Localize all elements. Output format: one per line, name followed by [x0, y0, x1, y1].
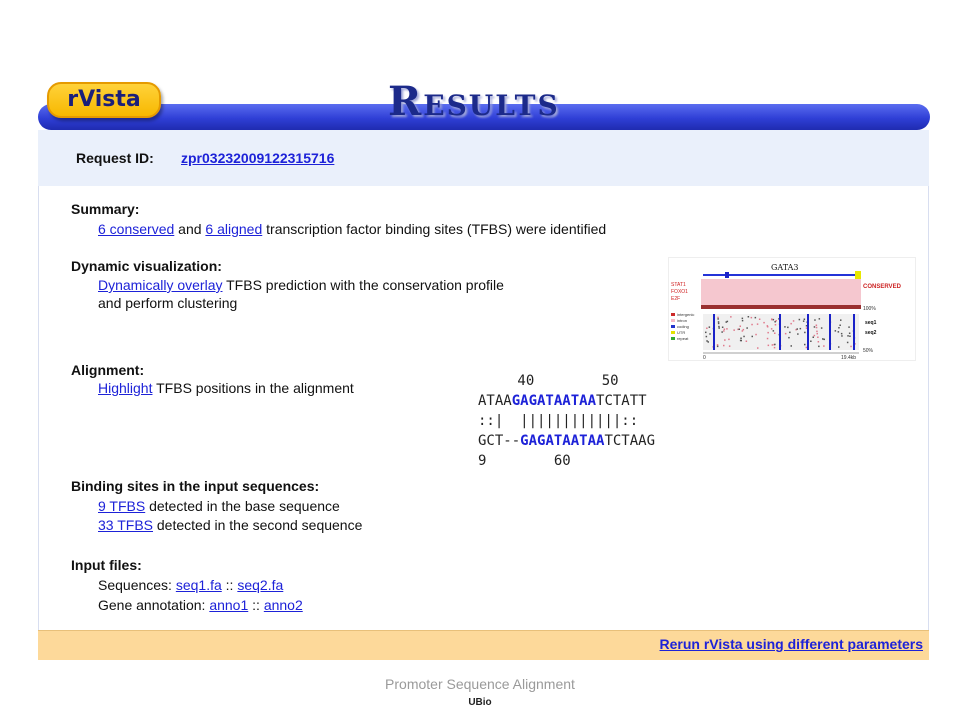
- thumb-exon: [725, 272, 729, 278]
- conservation-profile-thumbnail[interactable]: GATA3 STAT1 FOXO1 E2F CONSERVED 100% 50%…: [668, 257, 916, 361]
- svg-text:intron: intron: [677, 318, 687, 323]
- binding-second-line: 33 TFBS detected in the second sequence: [98, 516, 362, 534]
- summary-text: transcription factor binding sites (TFBS…: [266, 221, 607, 237]
- input-files-heading: Input files:: [71, 557, 142, 573]
- rvista-logo[interactable]: rVista: [47, 82, 161, 118]
- thumb-axis-end: 19.4kb: [841, 355, 856, 361]
- thumb-seq1-label: seq1: [865, 320, 877, 326]
- binding-sites-heading: Binding sites in the input sequences:: [71, 478, 320, 494]
- second-tfbs-text: detected in the second sequence: [156, 517, 363, 533]
- alignment-text: TFBS positions in the alignment: [156, 380, 354, 396]
- anno1-link[interactable]: anno1: [209, 597, 248, 613]
- dynamic-text-2: and perform clustering: [98, 295, 238, 311]
- thumb-conserved-label: CONSERVED: [863, 284, 902, 290]
- thumb-pct-top: 100%: [863, 306, 876, 312]
- rerun-link[interactable]: Rerun rVista using different parameters: [660, 636, 923, 652]
- request-id-link[interactable]: zpr03232009122315716: [181, 150, 334, 166]
- seq1-link[interactable]: seq1.fa: [176, 577, 222, 593]
- ubio-logo: UBio: [468, 697, 492, 708]
- dynamic-line-1: Dynamically overlay TFBS prediction with…: [98, 276, 504, 294]
- request-id-label: Request ID:: [76, 150, 154, 166]
- summary-line: 6 conserved and 6 aligned transcription …: [98, 220, 606, 238]
- gene-annotation-label: Gene annotation:: [98, 597, 206, 613]
- aligned-link[interactable]: 6 aligned: [205, 221, 262, 237]
- base-tfbs-link[interactable]: 9 TFBS: [98, 498, 145, 514]
- thumb-tf-3: E2F: [671, 296, 680, 302]
- svg-text:repeat: repeat: [677, 336, 689, 341]
- alignment-line: Highlight TFBS positions in the alignmen…: [98, 379, 354, 397]
- annotation-separator: ::: [252, 597, 260, 613]
- alignment-top-ruler: 40 50: [509, 373, 619, 389]
- thumb-gene-label: GATA3: [771, 263, 799, 272]
- binding-base-line: 9 TFBS detected in the base sequence: [98, 497, 340, 515]
- thumb-tf-1: STAT1: [671, 282, 686, 288]
- seq2-link[interactable]: seq2.fa: [237, 577, 283, 593]
- dynamic-visualization-heading: Dynamic visualization:: [71, 258, 222, 274]
- svg-text:coding: coding: [677, 324, 689, 329]
- thumb-conserved-band: [701, 279, 861, 305]
- highlight-link[interactable]: Highlight: [98, 380, 152, 396]
- base-tfbs-text: detected in the base sequence: [149, 498, 340, 514]
- summary-heading: Summary:: [71, 201, 140, 217]
- thumb-pct-bottom: 50%: [863, 348, 874, 354]
- alignment-seq2: GCT--GAGATAATAATCTAAG: [478, 433, 656, 449]
- alignment-match-line: ::| ||||||||||||::: [478, 413, 639, 429]
- alignment-snippet: 40 50 ATAAGAGATAATAATCTATT ::| |||||||||…: [478, 371, 664, 471]
- alignment-seq1: ATAAGAGATAATAATCTATT: [478, 393, 647, 409]
- sequences-separator: ::: [225, 577, 234, 593]
- thumb-tf-2: FOXO1: [671, 289, 688, 295]
- page-title: Results: [388, 78, 560, 125]
- thumb-ruler-band: [701, 305, 861, 309]
- dynamic-overlay-link[interactable]: Dynamically overlay: [98, 277, 222, 293]
- dynamic-text-1: TFBS prediction with the conservation pr…: [226, 277, 504, 293]
- slide-caption: Promoter Sequence Alignment: [385, 676, 575, 692]
- thumb-axis-start: 0: [703, 355, 706, 361]
- second-tfbs-link[interactable]: 33 TFBS: [98, 517, 153, 533]
- and-text: and: [178, 221, 202, 237]
- anno2-link[interactable]: anno2: [264, 597, 303, 613]
- thumb-utr: [855, 271, 861, 279]
- thumb-seq2-label: seq2: [865, 330, 877, 336]
- sequences-label: Sequences:: [98, 577, 172, 593]
- alignment-bottom-ruler: 9 60: [478, 453, 571, 469]
- svg-text:UTR: UTR: [677, 330, 685, 335]
- sequences-line: Sequences: seq1.fa :: seq2.fa: [98, 576, 283, 594]
- alignment-heading: Alignment:: [71, 362, 145, 378]
- thumb-legend: intergenic intron coding UTR repeat: [671, 312, 694, 341]
- annotation-line: Gene annotation: anno1 :: anno2: [98, 596, 303, 614]
- svg-text:intergenic: intergenic: [677, 312, 694, 317]
- conserved-link[interactable]: 6 conserved: [98, 221, 174, 237]
- request-panel: [38, 130, 929, 186]
